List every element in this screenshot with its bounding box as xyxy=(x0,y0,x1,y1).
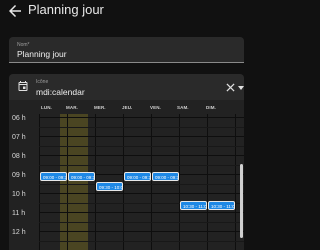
grid-column-line xyxy=(207,114,208,250)
grid-hour-line xyxy=(39,117,244,118)
calendar-event[interactable]: 10:30 - 11:0 xyxy=(208,200,235,210)
calendar-icon xyxy=(18,81,28,91)
arrow-left-icon[interactable] xyxy=(6,2,24,20)
grid-column-line xyxy=(151,114,152,250)
grid-half-hour-line xyxy=(39,221,244,223)
grid-hour-line xyxy=(39,136,244,137)
grid-hour-line xyxy=(39,155,244,156)
day-header: DIM. xyxy=(206,105,216,110)
calendar-event[interactable]: 09:30 - 10:0 xyxy=(96,181,123,191)
calendar-event[interactable]: 10:30 - 11:0 xyxy=(180,200,207,210)
day-header: LUN. xyxy=(41,105,52,110)
day-header: JEU. xyxy=(122,105,133,110)
grid-hour-line xyxy=(39,193,244,194)
name-field-label: Nom* xyxy=(17,42,30,48)
close-icon[interactable] xyxy=(226,83,235,92)
hour-label: 09 h xyxy=(12,172,26,179)
day-header: MAR. xyxy=(66,105,78,110)
grid-half-hour-line xyxy=(39,145,244,147)
day-header: MER. xyxy=(94,105,106,110)
time-grid[interactable]: 06 h 07 h 08 h 09 h 10 h 11 h 12 h 09:00 - 09:3… xyxy=(9,114,244,250)
name-field[interactable]: Nom* Planning jour xyxy=(9,37,244,63)
calendar-event[interactable]: 09:00 - 09:3 xyxy=(68,172,95,181)
grid-half-hour-line xyxy=(39,183,244,185)
menu-down-icon[interactable] xyxy=(238,86,244,90)
grid-column-line xyxy=(179,114,180,250)
icon-field-label: Icône xyxy=(36,79,49,85)
grid-half-hour-line xyxy=(39,240,244,242)
hour-label: 08 h xyxy=(12,153,26,160)
icon-picker-field[interactable]: Icône mdi:calendar xyxy=(9,74,244,101)
page-title: Planning jour xyxy=(28,2,104,17)
grid-column-line xyxy=(39,114,40,250)
calendar-event[interactable]: 09:00 - 09:3 xyxy=(152,172,179,181)
calendar-event[interactable]: 09:00 - 09:3 xyxy=(124,172,151,181)
hour-label: 12 h xyxy=(12,229,26,236)
hour-label: 07 h xyxy=(12,134,26,141)
today-column-highlight xyxy=(60,114,88,250)
grid-column-line xyxy=(235,114,236,250)
day-header: VEN. xyxy=(150,105,161,110)
grid-half-hour-line xyxy=(39,164,244,166)
hour-label: 10 h xyxy=(12,191,26,198)
grid-half-hour-line xyxy=(39,126,244,128)
calendar-event[interactable]: 09:00 - 09:3 xyxy=(40,172,67,181)
scrollbar-thumb[interactable] xyxy=(240,164,243,238)
grid-hour-line xyxy=(39,231,244,232)
week-calendar: LUN. MAR. MER. JEU. VEN. SAM. DIM. 06 h 07 h 08 … xyxy=(9,100,244,250)
hour-label: 06 h xyxy=(12,115,26,122)
icon-field-value[interactable]: mdi:calendar xyxy=(36,87,85,97)
hour-label: 11 h xyxy=(12,210,26,217)
grid-hour-line xyxy=(39,212,244,213)
name-field-value[interactable]: Planning jour xyxy=(17,49,67,59)
app-header: Planning jour xyxy=(0,0,253,24)
grid-column-line xyxy=(123,114,124,250)
grid-column-line xyxy=(67,114,68,250)
day-header: SAM. xyxy=(177,105,189,110)
